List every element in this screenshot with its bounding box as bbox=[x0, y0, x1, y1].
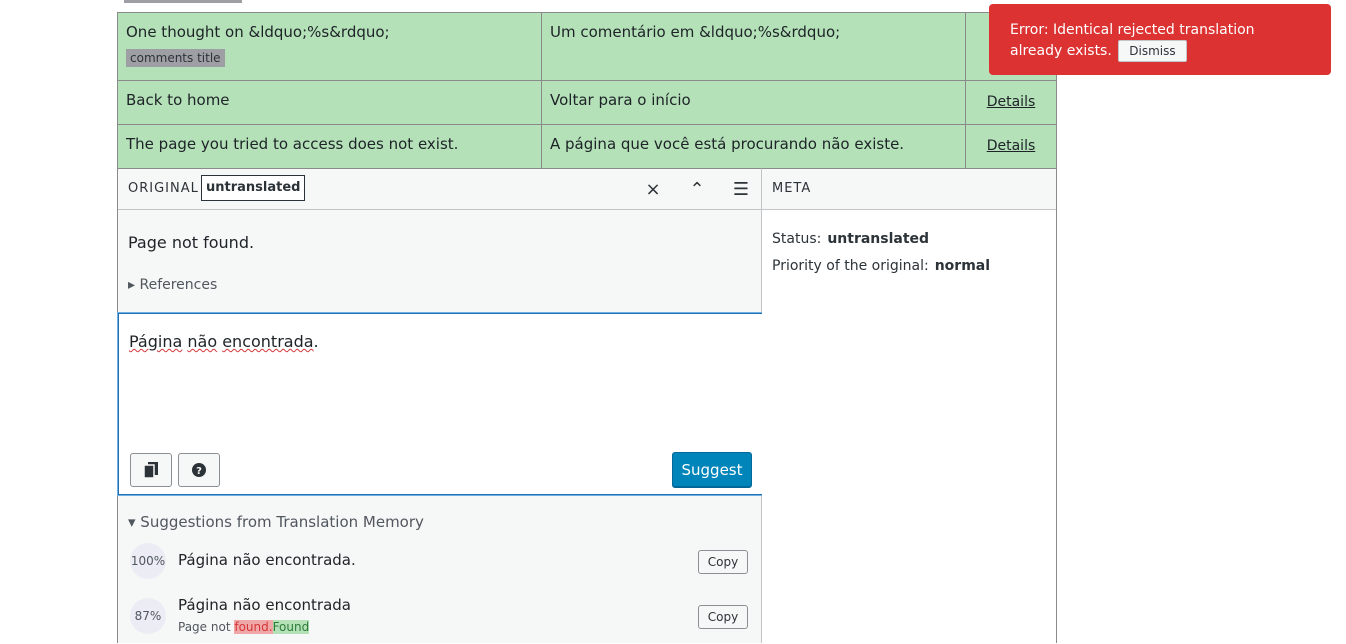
meta-title: META bbox=[772, 181, 812, 196]
diff-added: Found bbox=[272, 620, 310, 634]
table-row[interactable]: Back to home Voltar para o início Detail… bbox=[117, 80, 1057, 124]
list-item: 87% Página não encontrada Page not found… bbox=[130, 596, 750, 644]
meta-priority: Priority of the original: normal bbox=[772, 258, 990, 274]
meta-header: META bbox=[762, 169, 1056, 210]
dismiss-button[interactable]: Dismiss bbox=[1118, 40, 1187, 62]
translation-cell: Um comentário em &ldquo;%s&rdquo; bbox=[541, 13, 965, 80]
status-value: untranslated bbox=[827, 231, 930, 247]
translation-text: Um comentário em &ldquo;%s&rdquo; bbox=[550, 23, 841, 41]
suggestion-diff: Page not found.Found bbox=[178, 620, 310, 634]
original-string: Page not found. bbox=[128, 233, 255, 252]
copy-button[interactable]: Copy bbox=[698, 550, 748, 574]
editor-panel: ORIGINAL untranslated × ⌃ ☰ Page not fou… bbox=[117, 168, 763, 644]
context-tag: comments title bbox=[126, 49, 225, 67]
copy-icon bbox=[143, 462, 158, 479]
translation-table: One thought on &ldquo;%s&rdquo; comments… bbox=[117, 0, 1057, 643]
help-button[interactable]: ? bbox=[178, 453, 220, 487]
close-icon[interactable]: × bbox=[640, 177, 666, 203]
original-text: One thought on &ldquo;%s&rdquo; bbox=[126, 23, 390, 41]
suggestion-text: Página não encontrada. bbox=[178, 551, 356, 569]
priority-value: normal bbox=[934, 258, 991, 274]
suggestion-text: Página não encontrada bbox=[178, 596, 351, 614]
match-percent: 100% bbox=[130, 543, 166, 579]
meta-panel: META Status: untranslated Priority of the… bbox=[762, 168, 1057, 643]
status-label: Status: bbox=[772, 231, 822, 247]
svg-text:?: ? bbox=[196, 466, 202, 477]
chevron-up-icon[interactable]: ⌃ bbox=[684, 177, 710, 203]
priority-label: Priority of the original: bbox=[772, 258, 929, 274]
details-link[interactable]: Details bbox=[987, 138, 1036, 154]
translation-input-text: Página não encontrada. bbox=[129, 332, 319, 351]
copy-button[interactable]: Copy bbox=[698, 605, 748, 629]
diff-removed: found. bbox=[234, 620, 273, 634]
match-percent: 87% bbox=[130, 598, 166, 634]
table-row[interactable]: The page you tried to access does not ex… bbox=[117, 124, 1057, 168]
original-cell: The page you tried to access does not ex… bbox=[117, 125, 541, 168]
actions-cell: Details bbox=[965, 125, 1057, 168]
translation-cell: A página que você está procurando não ex… bbox=[541, 125, 965, 168]
punctuation: . bbox=[313, 332, 319, 351]
error-notice: Error: Identical rejected translation al… bbox=[989, 4, 1331, 75]
context-tag-stub bbox=[124, 0, 242, 3]
original-cell: Back to home bbox=[117, 81, 541, 124]
original-cell: One thought on &ldquo;%s&rdquo; comments… bbox=[117, 13, 541, 80]
translation-cell: Voltar para o início bbox=[541, 81, 965, 124]
misspelled-word: Página bbox=[129, 332, 183, 351]
diff-unchanged: Page not bbox=[178, 620, 235, 634]
list-item: 100% Página não encontrada. Copy bbox=[130, 541, 750, 581]
misspelled-word: encontrada bbox=[222, 332, 314, 351]
table-row[interactable]: One thought on &ldquo;%s&rdquo; comments… bbox=[117, 12, 1057, 80]
meta-status: Status: untranslated bbox=[772, 231, 929, 247]
status-badge: untranslated bbox=[201, 175, 306, 201]
actions-cell: Details bbox=[965, 81, 1057, 124]
editor-header: ORIGINAL untranslated × ⌃ ☰ bbox=[118, 169, 761, 210]
details-link[interactable]: Details bbox=[987, 94, 1036, 110]
suggest-button[interactable]: Suggest bbox=[672, 452, 752, 488]
translation-memory-toggle[interactable]: ▾ Suggestions from Translation Memory bbox=[128, 513, 424, 531]
translation-textarea[interactable]: Página não encontrada. ? Suggest bbox=[118, 313, 763, 495]
help-icon: ? bbox=[192, 463, 206, 477]
references-toggle[interactable]: ▸ References bbox=[128, 277, 217, 293]
menu-icon[interactable]: ☰ bbox=[728, 177, 754, 203]
misspelled-word: não bbox=[187, 332, 218, 351]
original-label: ORIGINAL bbox=[128, 181, 199, 196]
copy-original-button[interactable] bbox=[130, 453, 172, 487]
